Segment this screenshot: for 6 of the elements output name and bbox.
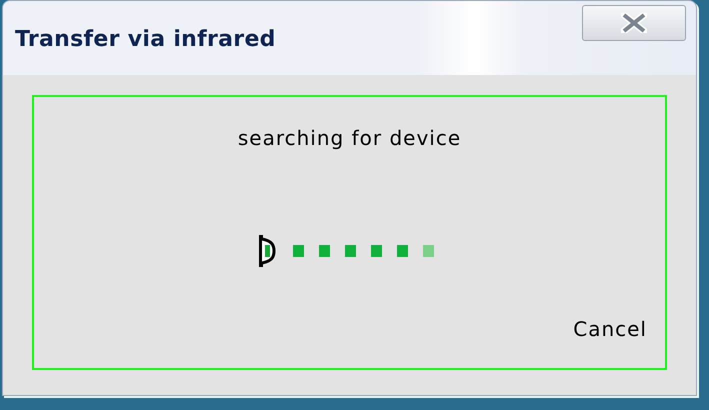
close-icon <box>621 13 647 33</box>
window-title: Transfer via infrared <box>15 26 276 54</box>
close-button[interactable] <box>582 5 686 41</box>
cancel-button[interactable]: Cancel <box>573 314 647 344</box>
status-text: searching for device <box>238 125 462 152</box>
infrared-emitter-icon <box>258 233 278 269</box>
